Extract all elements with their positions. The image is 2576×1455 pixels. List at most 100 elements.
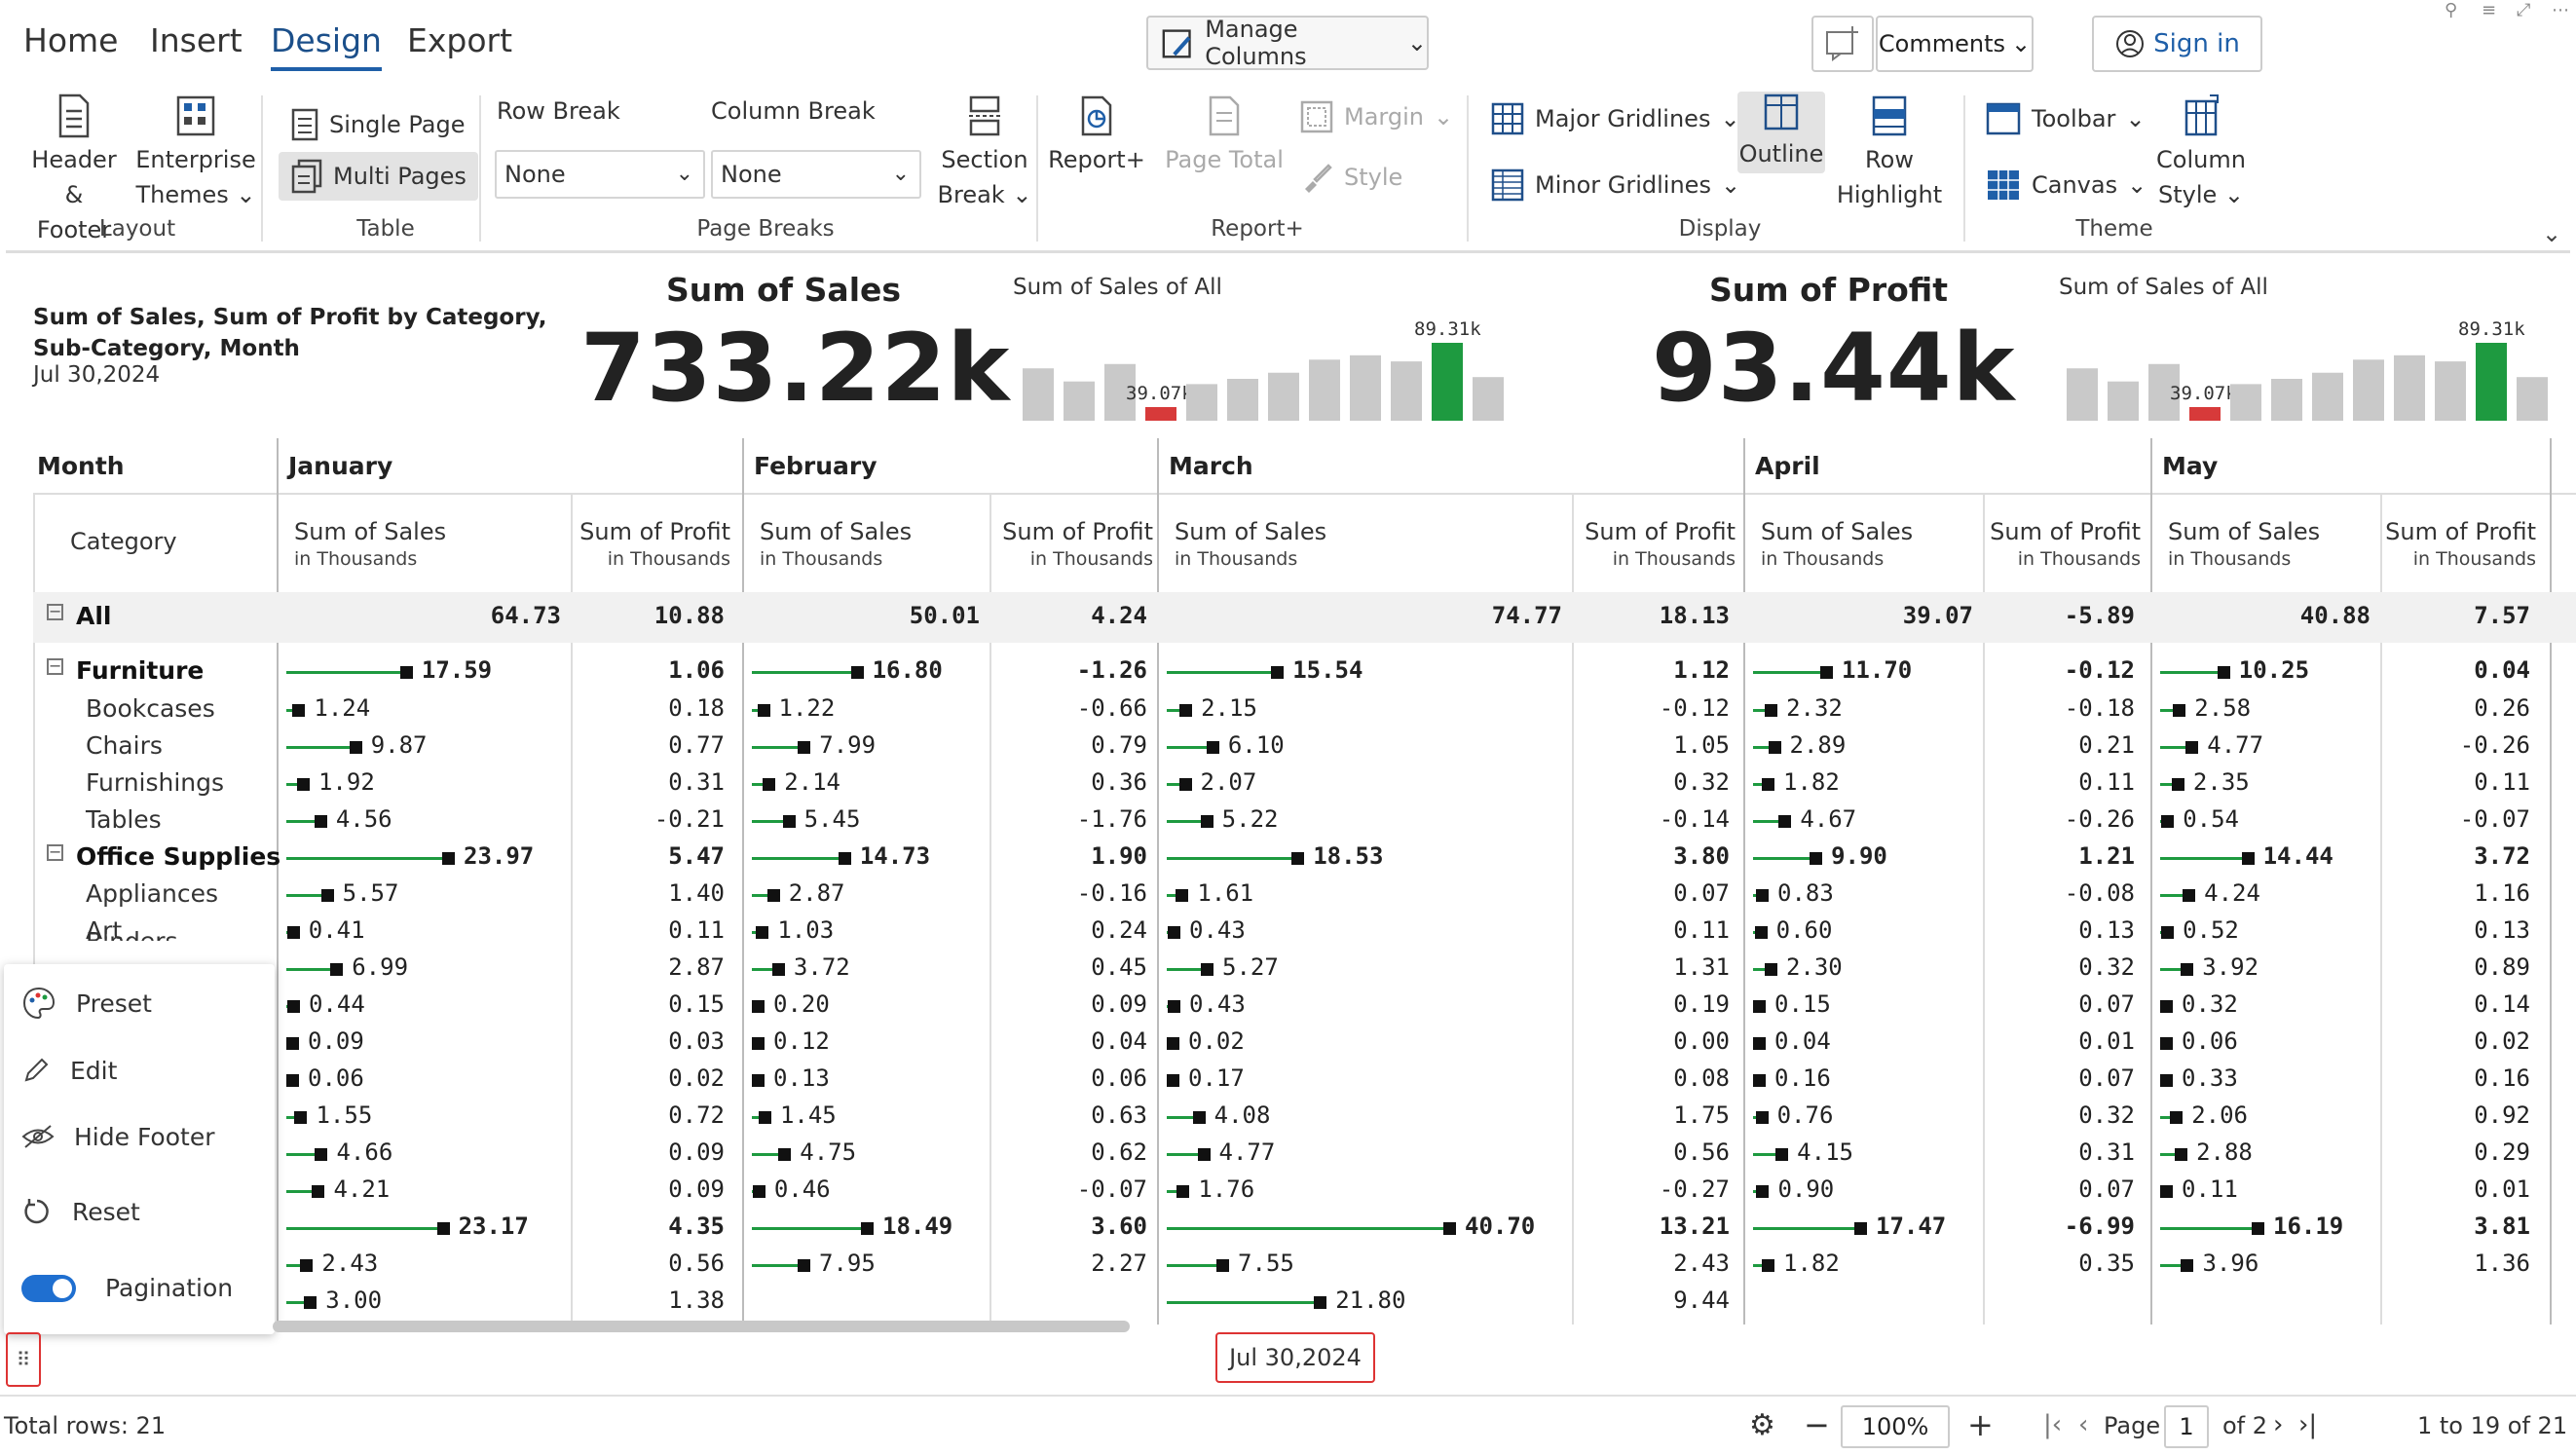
sales-column-header[interactable]: Sum of Sales in Thousands bbox=[2168, 518, 2320, 573]
profit-column-header[interactable]: Sum of Profit in Thousands bbox=[1576, 518, 1736, 573]
spark-bar-min[interactable] bbox=[2189, 407, 2221, 421]
canvas-button[interactable]: Canvas ⌄ bbox=[1985, 168, 2147, 203]
multi-pages-button[interactable]: Multi Pages bbox=[279, 152, 478, 201]
spark-bar[interactable] bbox=[2394, 354, 2425, 421]
prev-page-icon[interactable]: ‹ bbox=[2078, 1410, 2088, 1439]
page-total-button[interactable]: Page Total bbox=[1161, 93, 1288, 177]
spark-bar[interactable] bbox=[1023, 368, 1054, 421]
first-page-icon[interactable]: |‹ bbox=[2043, 1410, 2062, 1439]
spark-bar[interactable] bbox=[2271, 379, 2302, 421]
spark-bar[interactable] bbox=[1227, 379, 1258, 421]
tab-home[interactable]: Home bbox=[23, 21, 118, 59]
spark-bar[interactable] bbox=[1391, 361, 1422, 421]
kpi-name: Sum of Sales bbox=[666, 271, 902, 309]
report-plus-button[interactable]: Report+ bbox=[1048, 93, 1145, 177]
profit-cell: 1.16 bbox=[2474, 879, 2530, 907]
spark-bar[interactable] bbox=[2067, 368, 2098, 421]
tab-design[interactable]: Design bbox=[271, 21, 382, 71]
report-title-line2: Sub-Category, Month bbox=[33, 336, 300, 361]
spark-bar[interactable] bbox=[2353, 359, 2384, 421]
expand-collapse-icon[interactable]: − bbox=[47, 604, 63, 620]
page-number-input[interactable]: 1 bbox=[2164, 1405, 2209, 1448]
margin-button[interactable]: Margin ⌄ bbox=[1299, 99, 1453, 134]
toolbar-button[interactable]: Toolbar ⌄ bbox=[1985, 101, 2146, 136]
spark-bar-max[interactable] bbox=[1432, 343, 1463, 421]
row-break-value: None bbox=[504, 161, 566, 188]
reset-label: Reset bbox=[72, 1197, 140, 1226]
expand-icon[interactable]: ⤢ bbox=[2517, 0, 2530, 20]
column-style-button[interactable]: Column Style ⌄ bbox=[2143, 93, 2259, 212]
filter-icon[interactable]: ≡ bbox=[2482, 0, 2496, 20]
preset-item[interactable]: Preset bbox=[21, 986, 152, 1021]
expand-collapse-icon[interactable]: − bbox=[47, 844, 63, 861]
tab-export[interactable]: Export bbox=[407, 21, 512, 59]
sales-cell: 0.52 bbox=[2183, 916, 2239, 944]
minor-gridlines-button[interactable]: Minor Gridlines ⌄ bbox=[1490, 168, 1740, 203]
pin-icon[interactable]: ⚲ bbox=[2445, 0, 2457, 20]
settings-icon[interactable]: ⚙ bbox=[1749, 1408, 1775, 1442]
profit-column-header[interactable]: Sum of Profit in Thousands bbox=[993, 518, 1153, 573]
profit-column-header[interactable]: Sum of Profit in Thousands bbox=[2384, 518, 2536, 573]
tab-insert[interactable]: Insert bbox=[150, 21, 243, 59]
section-break-button[interactable]: Section Break ⌄ bbox=[931, 93, 1038, 212]
sales-column-header[interactable]: Sum of Sales in Thousands bbox=[760, 518, 912, 573]
zoom-out-icon[interactable]: − bbox=[1804, 1406, 1830, 1443]
spark-bar[interactable] bbox=[1309, 359, 1340, 421]
spark-max-label: 89.31k bbox=[1414, 318, 1481, 340]
pagination-toggle[interactable] bbox=[21, 1274, 76, 1302]
sales-column-header[interactable]: Sum of Sales in Thousands bbox=[294, 518, 446, 573]
spark-bar-min[interactable] bbox=[1145, 407, 1176, 421]
comments-dropdown[interactable]: Comments ⌄ bbox=[1876, 16, 2034, 72]
sales-cell: 0.46 bbox=[773, 1175, 831, 1203]
spark-bar-max[interactable] bbox=[2476, 343, 2507, 421]
profit-column-header[interactable]: Sum of Profit in Thousands bbox=[575, 518, 730, 573]
section-break-label-1: Section bbox=[941, 146, 1028, 173]
drag-handle-icon[interactable]: ⠿ bbox=[6, 1332, 41, 1387]
hide-footer-item[interactable]: Hide Footer bbox=[21, 1122, 214, 1151]
add-comment-icon[interactable] bbox=[1811, 16, 1874, 72]
manage-columns-button[interactable]: Manage Columns ⌄ bbox=[1146, 16, 1429, 70]
more-icon[interactable]: ⋯ bbox=[2552, 0, 2569, 20]
row-highlight-button[interactable]: Row Highlight bbox=[1831, 93, 1948, 212]
edit-item[interactable]: Edit bbox=[21, 1056, 117, 1085]
outline-button[interactable]: Outline bbox=[1737, 92, 1825, 173]
last-page-icon[interactable]: ›| bbox=[2298, 1410, 2317, 1439]
sales-bar-marker bbox=[312, 1185, 325, 1198]
row-break-select[interactable]: None ⌄ bbox=[495, 150, 705, 199]
single-page-button[interactable]: Single Page bbox=[282, 105, 473, 144]
sales-column-header[interactable]: Sum of Sales in Thousands bbox=[1175, 518, 1326, 573]
sign-in-button[interactable]: Sign in bbox=[2092, 16, 2262, 72]
spark-bar[interactable] bbox=[2435, 361, 2466, 421]
spark-bar[interactable] bbox=[2312, 372, 2343, 421]
enterprise-themes-button[interactable]: Enterprise Themes ⌄ bbox=[132, 93, 259, 212]
sales-cell: 3.72 bbox=[793, 953, 850, 981]
spark-bar[interactable] bbox=[1268, 372, 1299, 421]
spark-bar[interactable] bbox=[2230, 384, 2261, 421]
collapse-ribbon-icon[interactable]: ⌄ bbox=[2542, 220, 2561, 247]
profit-cell: -1.26 bbox=[1076, 656, 1147, 684]
zoom-input[interactable]: 100% bbox=[1841, 1405, 1950, 1448]
sales-bar bbox=[286, 746, 352, 749]
next-page-icon[interactable]: › bbox=[2273, 1410, 2283, 1439]
sales-bar-marker bbox=[798, 1259, 811, 1272]
major-gridlines-button[interactable]: Major Gridlines ⌄ bbox=[1490, 101, 1740, 136]
zoom-in-icon[interactable]: + bbox=[1967, 1406, 1994, 1443]
pagination-item[interactable]: Pagination bbox=[21, 1274, 233, 1302]
spark-bar[interactable] bbox=[2108, 381, 2139, 421]
reset-item[interactable]: Reset bbox=[21, 1196, 140, 1227]
single-page-label: Single Page bbox=[329, 111, 466, 138]
spark-bar[interactable] bbox=[1473, 377, 1504, 421]
sales-column-header[interactable]: Sum of Sales in Thousands bbox=[1761, 518, 1913, 573]
column-break-select[interactable]: None ⌄ bbox=[711, 150, 921, 199]
spark-bar[interactable] bbox=[1350, 354, 1381, 421]
spark-bar[interactable] bbox=[1064, 381, 1095, 421]
style-button[interactable]: Style bbox=[1299, 160, 1402, 195]
profit-column-header[interactable]: Sum of Profit in Thousands bbox=[1987, 518, 2141, 573]
sales-bar bbox=[1167, 1116, 1195, 1119]
horizontal-scrollbar[interactable] bbox=[273, 1321, 1130, 1332]
sales-bar bbox=[286, 1190, 315, 1193]
spark-bar[interactable] bbox=[2517, 377, 2548, 421]
sales-bar-marker bbox=[1753, 1000, 1766, 1013]
expand-collapse-icon[interactable]: − bbox=[47, 658, 63, 675]
spark-bar[interactable] bbox=[1186, 384, 1217, 421]
